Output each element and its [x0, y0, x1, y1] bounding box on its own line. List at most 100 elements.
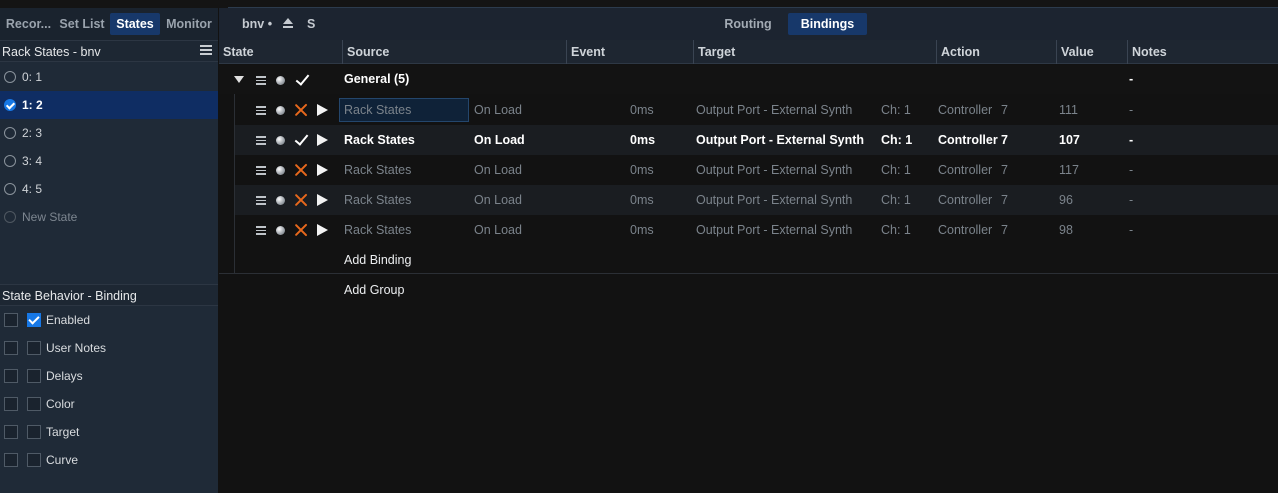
color-dot-icon[interactable] — [276, 106, 285, 115]
checkbox-checked-icon[interactable] — [27, 313, 41, 327]
drag-handle-icon[interactable] — [256, 76, 266, 85]
action-cell[interactable]: Controller — [938, 185, 992, 215]
value-cell[interactable]: 111 — [1059, 95, 1078, 125]
target-cell[interactable]: Output Port - External Synth — [696, 125, 864, 155]
drag-handle-icon[interactable] — [256, 196, 266, 205]
play-icon[interactable] — [317, 194, 328, 206]
x-mark-icon[interactable] — [294, 103, 308, 117]
value-cell[interactable]: 107 — [1059, 125, 1080, 155]
col-notes[interactable]: Notes — [1127, 40, 1278, 64]
delay-cell[interactable]: 0ms — [630, 125, 655, 155]
channel-cell[interactable]: Ch: 1 — [881, 185, 911, 215]
value-cell[interactable]: 98 — [1059, 215, 1073, 245]
notes-cell[interactable]: - — [1129, 95, 1133, 125]
tab-recorder[interactable]: Recor... — [4, 13, 53, 35]
action-number-cell[interactable]: 7 — [1001, 155, 1008, 185]
checkbox-icon[interactable] — [27, 453, 41, 467]
target-cell[interactable]: Output Port - External Synth — [696, 185, 852, 215]
tab-states[interactable]: States — [110, 13, 160, 35]
checkbox-icon[interactable] — [27, 341, 41, 355]
play-icon[interactable] — [317, 224, 328, 236]
source-cell[interactable]: Rack States — [344, 215, 411, 245]
col-value[interactable]: Value — [1056, 40, 1127, 64]
checkbox-icon[interactable] — [4, 341, 18, 355]
event-cell[interactable]: On Load — [474, 125, 525, 155]
event-cell[interactable]: On Load — [474, 95, 522, 125]
source-cell[interactable]: Rack States — [344, 95, 411, 125]
value-cell[interactable]: 96 — [1059, 185, 1073, 215]
state-item[interactable]: 2: 3 — [0, 119, 218, 147]
checkbox-icon[interactable] — [4, 369, 18, 383]
eject-icon[interactable] — [282, 18, 294, 30]
delay-cell[interactable]: 0ms — [630, 185, 654, 215]
checkbox-icon[interactable] — [27, 425, 41, 439]
binding-row[interactable]: Rack States On Load 0ms Output Port - Ex… — [235, 155, 1278, 185]
channel-cell[interactable]: Ch: 1 — [881, 125, 912, 155]
event-cell[interactable]: On Load — [474, 185, 522, 215]
value-cell[interactable]: 117 — [1059, 155, 1079, 185]
col-source[interactable]: Source — [342, 40, 566, 64]
checkbox-icon[interactable] — [4, 313, 18, 327]
binding-row[interactable]: Rack States On Load 0ms Output Port - Ex… — [235, 215, 1278, 245]
checkbox-icon[interactable] — [27, 397, 41, 411]
action-number-cell[interactable]: 7 — [1001, 185, 1008, 215]
source-cell[interactable]: Rack States — [344, 155, 411, 185]
play-icon[interactable] — [317, 164, 328, 176]
play-icon[interactable] — [317, 104, 328, 116]
drag-handle-icon[interactable] — [256, 136, 266, 145]
color-dot-icon[interactable] — [276, 136, 285, 145]
notes-cell[interactable]: - — [1129, 155, 1133, 185]
action-cell[interactable]: Controller — [938, 125, 998, 155]
col-event[interactable]: Event — [566, 40, 693, 64]
tab-monitor[interactable]: Monitor — [162, 13, 216, 35]
disclosure-triangle-icon[interactable] — [234, 76, 244, 83]
group-row[interactable]: General (5) - — [219, 65, 1278, 94]
drag-handle-icon[interactable] — [256, 106, 266, 115]
action-number-cell[interactable]: 7 — [1001, 125, 1008, 155]
action-number-cell[interactable]: 7 — [1001, 215, 1008, 245]
action-cell[interactable]: Controller — [938, 95, 992, 125]
add-group-button[interactable]: Add Group — [344, 275, 404, 305]
color-dot-icon[interactable] — [276, 166, 285, 175]
source-cell[interactable]: Rack States — [344, 125, 415, 155]
x-mark-icon[interactable] — [294, 223, 308, 237]
check-icon[interactable] — [294, 131, 309, 146]
action-number-cell[interactable]: 7 — [1001, 95, 1008, 125]
delay-cell[interactable]: 0ms — [630, 215, 654, 245]
channel-cell[interactable]: Ch: 1 — [881, 95, 911, 125]
event-cell[interactable]: On Load — [474, 155, 522, 185]
action-cell[interactable]: Controller — [938, 215, 992, 245]
checkbox-icon[interactable] — [4, 397, 18, 411]
menu-icon[interactable] — [200, 45, 212, 57]
notes-cell[interactable]: - — [1129, 125, 1133, 155]
drag-handle-icon[interactable] — [256, 226, 266, 235]
checkbox-icon[interactable] — [4, 425, 18, 439]
add-binding-button[interactable]: Add Binding — [344, 245, 411, 275]
drag-handle-icon[interactable] — [256, 166, 266, 175]
source-cell[interactable]: Rack States — [344, 185, 411, 215]
event-cell[interactable]: On Load — [474, 215, 522, 245]
tab-set-list[interactable]: Set List — [57, 13, 107, 35]
target-cell[interactable]: Output Port - External Synth — [696, 155, 852, 185]
tab-bindings[interactable]: Bindings — [788, 13, 867, 35]
checkbox-icon[interactable] — [4, 453, 18, 467]
x-mark-icon[interactable] — [294, 193, 308, 207]
s-button[interactable]: S — [307, 17, 315, 31]
delay-cell[interactable]: 0ms — [630, 95, 654, 125]
notes-cell[interactable]: - — [1129, 185, 1133, 215]
new-state-item[interactable]: New State — [0, 203, 218, 231]
state-item[interactable]: 3: 4 — [0, 147, 218, 175]
col-target[interactable]: Target — [693, 40, 936, 64]
action-cell[interactable]: Controller — [938, 155, 992, 185]
delay-cell[interactable]: 0ms — [630, 155, 654, 185]
rack-name[interactable]: bnv • — [242, 17, 272, 31]
color-dot-icon[interactable] — [276, 76, 285, 85]
color-dot-icon[interactable] — [276, 196, 285, 205]
tab-routing[interactable]: Routing — [714, 13, 782, 35]
state-item-selected[interactable]: 1: 2 — [0, 91, 218, 119]
channel-cell[interactable]: Ch: 1 — [881, 215, 911, 245]
play-icon[interactable] — [317, 134, 328, 146]
binding-row[interactable]: Rack States On Load 0ms Output Port - Ex… — [235, 95, 1278, 125]
notes-cell[interactable]: - — [1129, 215, 1133, 245]
check-icon[interactable] — [295, 71, 310, 86]
